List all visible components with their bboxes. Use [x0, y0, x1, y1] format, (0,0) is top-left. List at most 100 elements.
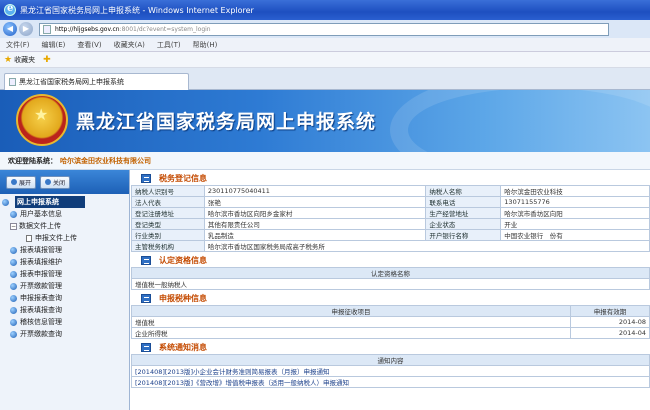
- field-value: 哈尔滨金田农业科技: [500, 185, 650, 197]
- page-icon: [43, 24, 51, 34]
- node-icon: [10, 270, 17, 278]
- sidebar-item-data-upload[interactable]: − 数据文件上传: [2, 220, 129, 232]
- field-value: 哈尔滨市香坊区向阳乡金家村: [203, 207, 427, 219]
- expand-plus-icon[interactable]: −: [10, 222, 17, 230]
- table-row: [201408][2013版]《营改增》增值税申报表（适用一般纳税人）申报通知: [131, 376, 650, 388]
- sidebar: 展开 关闭 网上申报系统 用户基本信息 − 数据文件上传 申报文件上传 报表填报管…: [0, 170, 130, 410]
- field-value: 哈尔滨市香坊区向阳: [500, 207, 650, 219]
- sidebar-item-label: 申报报表查询: [20, 294, 62, 302]
- field-label: 纳税人名称: [425, 185, 502, 197]
- address-toolbar: ◀ ▶ http://hljgsebs.gov.cn :8001/dc?even…: [0, 20, 650, 38]
- field-label: 生产经营地址: [425, 207, 502, 219]
- sidebar-item-label: 报表申报管理: [20, 270, 62, 278]
- address-input[interactable]: http://hljgsebs.gov.cn :8001/dc?event=sy…: [39, 22, 609, 36]
- favorites-label[interactable]: 收藏夹: [14, 55, 35, 65]
- nav-tree: 网上申报系统 用户基本信息 − 数据文件上传 申报文件上传 报表填报管理 报表填报…: [0, 194, 129, 340]
- tab-current[interactable]: 黑龙江省国家税务局网上申报系统: [4, 73, 189, 90]
- menu-edit[interactable]: 编辑(E): [42, 40, 66, 50]
- section-header-tax-registration: 税务登记信息: [131, 172, 650, 185]
- section-title: 认定资格信息: [159, 256, 207, 265]
- main-content: 税务登记信息 纳税人识别号 230110775040411 纳税人名称 哈尔滨金…: [131, 170, 650, 410]
- table-header-row: 认定资格名称: [131, 267, 650, 279]
- window-title: 黑龙江省国家税务局网上申报系统 - Windows Internet Explo…: [20, 5, 254, 15]
- banner-title: 黑龙江省国家税务局网上申报系统: [76, 111, 377, 133]
- notifications-table: 通知内容 [201408][2013版]小企业会计财务准则简易报表（月报）申报通…: [131, 354, 650, 388]
- table-header-row: 申报征收项目 申报有效期: [131, 305, 650, 317]
- section-header-qualification: 认定资格信息: [131, 254, 650, 267]
- address-path: :8001/dc?event=system_login: [119, 25, 211, 33]
- site-banner: 黑龙江省国家税务局网上申报系统: [0, 90, 650, 152]
- table-cell: 2014-04: [570, 327, 650, 339]
- table-row: 主管税务机构 哈尔滨市香坊区国家税务局成高子税务所: [131, 240, 650, 252]
- field-label: 登记类型: [131, 218, 205, 230]
- menu-help[interactable]: 帮助(H): [193, 40, 218, 50]
- field-label: 登记注册地址: [131, 207, 205, 219]
- tree-root-row[interactable]: 网上申报系统: [2, 196, 129, 208]
- section-header-notifications: 系统通知消息: [131, 341, 650, 354]
- section-icon: [141, 294, 151, 303]
- sidebar-item-form-fill-maintain[interactable]: 报表填报维护: [2, 256, 129, 268]
- section-title: 申报税种信息: [159, 294, 207, 303]
- field-label: 行业类别: [131, 229, 205, 241]
- menu-file[interactable]: 文件(F): [6, 40, 30, 50]
- sidebar-header: 展开 关闭: [0, 170, 129, 194]
- tax-registration-table: 纳税人识别号 230110775040411 纳税人名称 哈尔滨金田农业科技 法…: [131, 185, 650, 252]
- node-icon: [10, 210, 17, 218]
- field-label: 纳税人识别号: [131, 185, 205, 197]
- address-host: http://hljgsebs.gov.cn: [55, 25, 120, 33]
- collapse-icon: [45, 179, 52, 185]
- field-label: 企业状态: [425, 218, 502, 230]
- tab-label: 黑龙江省国家税务局网上申报系统: [19, 78, 124, 86]
- table-cell: 增值税: [131, 316, 572, 328]
- sidebar-item-invoice-query[interactable]: 开票缴款查询: [2, 328, 129, 340]
- sidebar-item-form-fill-manage[interactable]: 报表填报管理: [2, 244, 129, 256]
- sidebar-item-declare-query[interactable]: 申报报表查询: [2, 292, 129, 304]
- notification-link[interactable]: [201408][2013版]小企业会计财务准则简易报表（月报）申报通知: [131, 365, 650, 377]
- node-icon: [10, 258, 17, 266]
- root-icon: [2, 198, 9, 206]
- favorites-bar: ★ 收藏夹 ✚: [0, 52, 650, 68]
- sidebar-item-invoice-payment[interactable]: 开票缴款管理: [2, 280, 129, 292]
- company-name: 哈尔滨金田农业科技有限公司: [60, 156, 151, 165]
- ie-logo-icon: [4, 3, 16, 16]
- banner-decoration: [390, 90, 650, 152]
- expand-button[interactable]: 展开: [6, 175, 37, 189]
- favorites-star-icon[interactable]: ★: [4, 55, 12, 65]
- sidebar-item-audit-manage[interactable]: 稽核信息管理: [2, 316, 129, 328]
- sidebar-item-user-info[interactable]: 用户基本信息: [2, 208, 129, 220]
- back-button-icon[interactable]: ◀: [3, 22, 17, 36]
- sidebar-item-label: 稽核信息管理: [20, 318, 62, 326]
- notification-link[interactable]: [201408][2013版]《营改增》增值税申报表（适用一般纳税人）申报通知: [131, 376, 650, 388]
- table-row: 登记类型 其他有限责任公司 企业状态 开业: [131, 218, 650, 230]
- node-icon: [10, 282, 17, 290]
- section-header-declaration-types: 申报税种信息: [131, 292, 650, 305]
- sidebar-item-declare-manage[interactable]: 报表申报管理: [2, 268, 129, 280]
- add-favorite-icon[interactable]: ✚: [43, 55, 51, 65]
- node-icon: [10, 306, 17, 314]
- node-icon: [10, 294, 17, 302]
- sidebar-item-declaration-upload[interactable]: 申报文件上传: [2, 232, 129, 244]
- expand-icon: [11, 179, 17, 185]
- sidebar-item-label: 开票缴款管理: [20, 282, 62, 290]
- table-header-row: 通知内容: [131, 354, 650, 366]
- tab-bar: 黑龙江省国家税务局网上申报系统: [0, 68, 650, 90]
- menu-tools[interactable]: 工具(T): [157, 40, 181, 50]
- collapse-button[interactable]: 关闭: [40, 175, 71, 189]
- section-title: 系统通知消息: [159, 343, 207, 352]
- sidebar-item-label: 用户基本信息: [20, 210, 62, 218]
- national-emblem-icon: [16, 94, 68, 146]
- table-row: [201408][2013版]小企业会计财务准则简易报表（月报）申报通知: [131, 365, 650, 377]
- table-row: 法人代表 张艳 联系电话 13071155776: [131, 196, 650, 208]
- declaration-types-table: 申报征收项目 申报有效期 增值税 2014-08 企业所得税 2014-04: [131, 305, 650, 339]
- sidebar-item-form-fill-query[interactable]: 报表填报查询: [2, 304, 129, 316]
- menu-view[interactable]: 查看(V): [77, 40, 101, 50]
- sidebar-item-label: 报表填报维护: [20, 258, 62, 266]
- node-icon: [10, 318, 17, 326]
- forward-button-icon[interactable]: ▶: [19, 22, 33, 36]
- menu-favorites[interactable]: 收藏夹(A): [114, 40, 145, 50]
- field-value: 其他有限责任公司: [203, 218, 427, 230]
- field-value: 哈尔滨市香坊区国家税务局成高子税务所: [203, 240, 650, 252]
- table-cell: 增值税一般纳税人: [131, 278, 650, 290]
- tab-page-icon: [9, 78, 16, 86]
- table-cell: 企业所得税: [131, 327, 572, 339]
